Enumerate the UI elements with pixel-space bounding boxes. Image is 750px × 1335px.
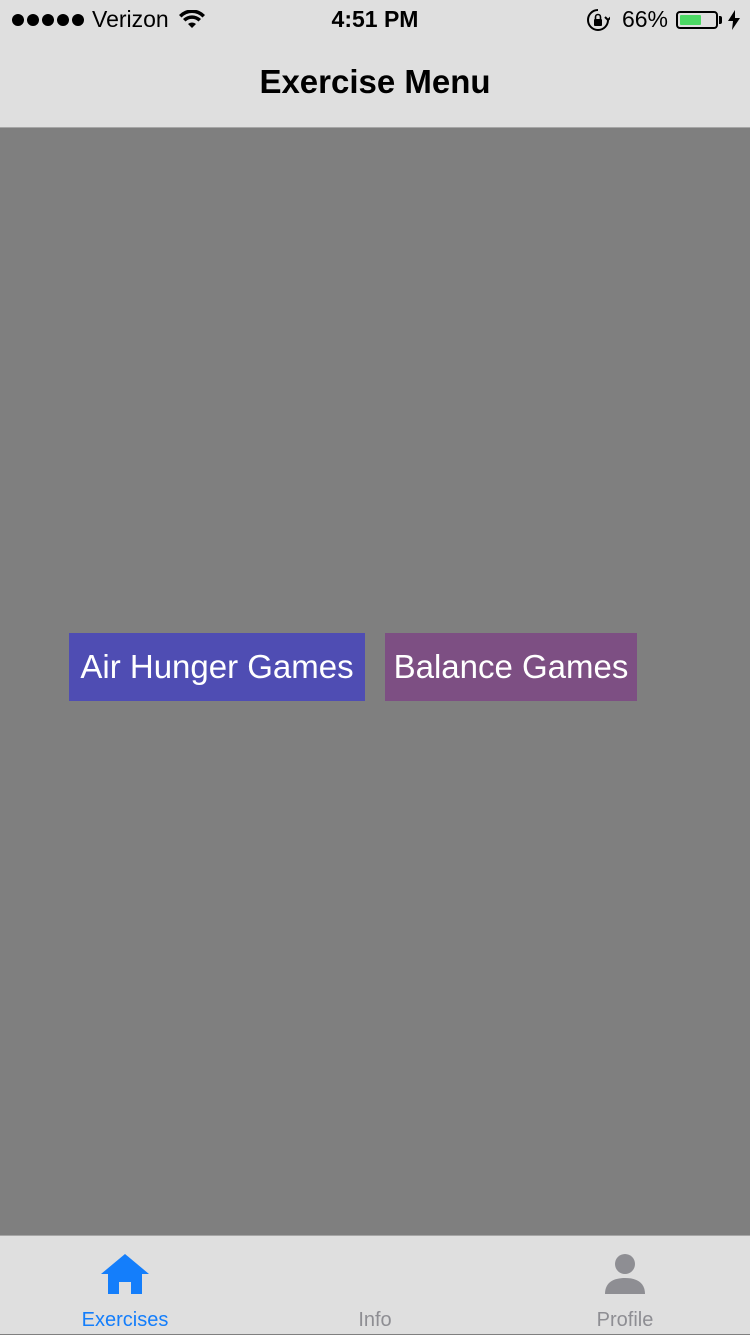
battery-cap xyxy=(719,15,722,24)
tab-exercises[interactable]: Exercises xyxy=(0,1236,250,1335)
person-icon xyxy=(500,1252,750,1296)
page-title: Exercise Menu xyxy=(259,63,491,100)
tab-bar: Exercises Info Profile xyxy=(0,1235,750,1334)
balance-games-button[interactable]: Balance Games xyxy=(385,633,637,701)
tab-label-exercises: Exercises xyxy=(81,1309,169,1331)
person-icon-svg xyxy=(605,1254,645,1294)
home-icon xyxy=(0,1252,250,1296)
charging-bolt-icon xyxy=(728,9,740,30)
battery-level xyxy=(680,14,702,25)
air-hunger-games-button[interactable]: Air Hunger Games xyxy=(69,633,365,701)
main-content: Air Hunger Games Balance Games xyxy=(0,128,750,1235)
tab-profile[interactable]: Profile xyxy=(500,1236,750,1335)
tab-info[interactable]: Info xyxy=(250,1236,500,1335)
home-icon-svg xyxy=(101,1254,149,1294)
status-right: 66% xyxy=(586,6,740,33)
battery-icon xyxy=(676,10,718,29)
status-bar: Verizon 4:51 PM 66% xyxy=(0,0,750,40)
tab-label-profile: Profile xyxy=(596,1309,654,1331)
rotation-lock-icon xyxy=(586,8,610,31)
battery-percent: 66% xyxy=(621,6,668,32)
tab-label-info: Info xyxy=(358,1309,392,1331)
navigation-bar: Exercise Menu xyxy=(0,40,750,128)
